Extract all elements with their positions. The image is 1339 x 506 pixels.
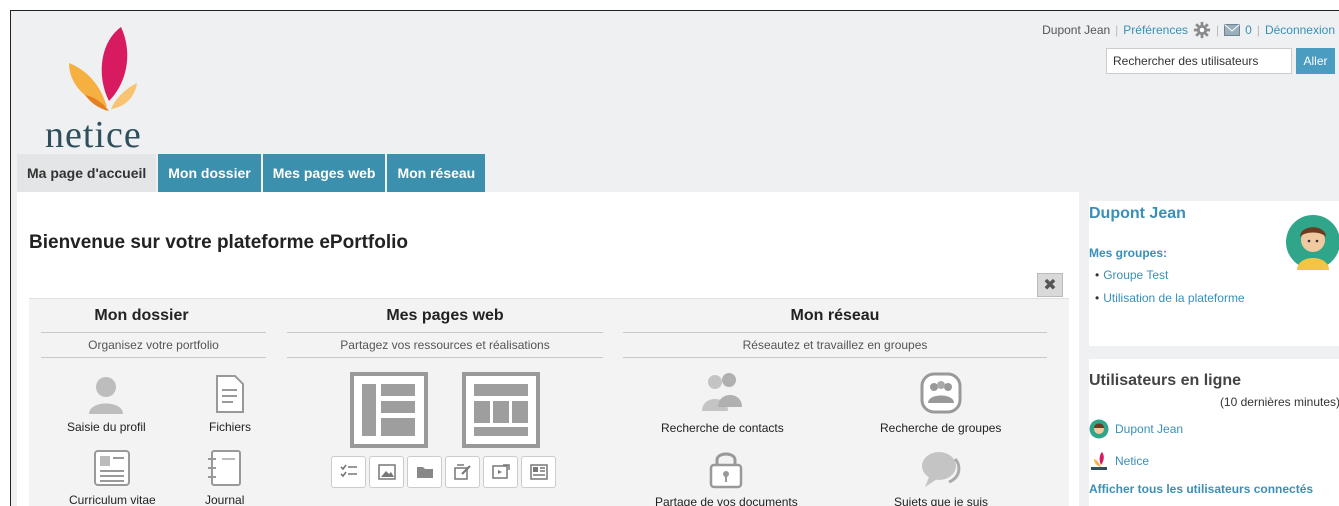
- column-subtitle-folder: Organisez votre portfolio: [41, 332, 266, 358]
- search-input[interactable]: [1106, 48, 1292, 74]
- group-link[interactable]: Utilisation de la plateforme: [1095, 291, 1244, 305]
- online-users-subtitle: (10 dernières minutes): [1219, 395, 1339, 409]
- page-title: Bienvenue sur votre plateforme ePortfoli…: [29, 232, 409, 253]
- page-frame: netice Dupont Jean | Préférences | 0 | D…: [10, 10, 1339, 506]
- groups-label: Mes groupes:: [1089, 246, 1168, 260]
- online-user-name: Netice: [1115, 454, 1150, 468]
- item-label: Sujets que je suis: [894, 495, 989, 506]
- document-sharing-link[interactable]: Partage de vos documents: [655, 449, 798, 506]
- petals-icon: [69, 27, 137, 111]
- cv-link[interactable]: Curriculum vitae: [69, 449, 156, 506]
- group-icon: [920, 372, 962, 414]
- blog-block-icon[interactable]: [445, 456, 480, 488]
- item-label: Recherche de contacts: [661, 421, 784, 435]
- files-link[interactable]: Fichiers: [209, 374, 251, 434]
- folder-block-icon[interactable]: [407, 456, 442, 488]
- id-card-icon: [94, 450, 131, 486]
- followed-topics-link[interactable]: Sujets que je suis: [894, 449, 988, 506]
- tab-web-pages[interactable]: Mes pages web: [262, 154, 386, 192]
- group-list: Groupe Test Utilisation de la plateforme: [1095, 268, 1245, 314]
- image-block-icon[interactable]: [369, 456, 404, 488]
- user-toolbar: Dupont Jean | Préférences | 0 | Déconnex…: [1042, 21, 1335, 39]
- mail-icon[interactable]: [1224, 24, 1241, 36]
- logout-link[interactable]: Déconnexion: [1265, 23, 1335, 37]
- page-layout-icon[interactable]: [349, 371, 429, 449]
- column-subtitle-network: Réseautez et travaillez en groupes: [623, 332, 1047, 358]
- tab-network[interactable]: Mon réseau: [387, 154, 486, 192]
- tab-home[interactable]: Ma page d'accueil: [17, 154, 157, 192]
- gear-icon[interactable]: [1193, 21, 1211, 39]
- item-label: Fichiers: [209, 420, 252, 434]
- profile-block-icon[interactable]: [521, 456, 556, 488]
- profile-entry-link[interactable]: Saisie du profil: [67, 374, 146, 434]
- main-navigation: Ma page d'accueil Mon dossier Mes pages …: [17, 154, 487, 192]
- file-icon: [216, 375, 244, 413]
- profile-box: Dupont Jean Mes groupes: Groupe Test Uti…: [1089, 201, 1339, 346]
- user-icon: [89, 377, 124, 414]
- current-user-name: Dupont Jean: [1042, 23, 1111, 37]
- close-dashboard-button[interactable]: ✖: [1037, 273, 1063, 297]
- online-users-box: Utilisateurs en ligne (10 dernières minu…: [1089, 359, 1339, 506]
- group-link[interactable]: Groupe Test: [1095, 268, 1245, 282]
- tab-my-folder[interactable]: Mon dossier: [158, 154, 261, 192]
- user-search: Aller: [1106, 48, 1335, 74]
- text-block-icon[interactable]: [331, 456, 366, 488]
- block-type-icons: [331, 456, 556, 488]
- message-count[interactable]: 0: [1245, 23, 1252, 37]
- dashboard-panel: Mon dossier Organisez votre portfolio Sa…: [29, 298, 1069, 506]
- collection-layout-icon[interactable]: [461, 371, 541, 449]
- column-title-web-pages: Mes pages web: [386, 307, 504, 324]
- online-user-name: Dupont Jean: [1115, 422, 1184, 436]
- separator: |: [1216, 23, 1220, 37]
- people-icon: [702, 373, 743, 411]
- main-content: Bienvenue sur votre plateforme ePortfoli…: [17, 192, 1079, 506]
- item-label: Saisie du profil: [67, 420, 146, 434]
- item-label: Partage de vos documents: [655, 495, 798, 506]
- profile-name-link[interactable]: Dupont Jean: [1089, 205, 1186, 223]
- journal-link[interactable]: Journal: [205, 449, 244, 506]
- avatar[interactable]: [1285, 214, 1339, 270]
- item-label: Journal: [205, 493, 245, 506]
- item-label: Recherche de groupes: [880, 421, 1002, 435]
- online-user-link[interactable]: Netice: [1089, 451, 1149, 471]
- logo-text: netice: [45, 114, 142, 156]
- media-block-icon[interactable]: [483, 456, 518, 488]
- show-all-users-link[interactable]: Afficher tous les utilisateurs connectés: [1089, 482, 1313, 496]
- netice-logo-icon: [1091, 452, 1107, 470]
- online-users-title: Utilisateurs en ligne: [1089, 372, 1242, 389]
- speech-bubble-icon: [922, 452, 961, 487]
- item-label: Curriculum vitae: [69, 493, 156, 506]
- contacts-search-link[interactable]: Recherche de contacts: [661, 371, 784, 435]
- column-subtitle-web-pages: Partagez vos ressources et réalisations: [287, 332, 603, 358]
- journal-icon: [207, 450, 241, 486]
- lock-icon: [710, 452, 743, 489]
- online-user-link[interactable]: Dupont Jean: [1089, 419, 1183, 439]
- netice-logo[interactable]: netice: [29, 23, 169, 156]
- user-avatar-icon: [1089, 419, 1109, 439]
- separator: |: [1115, 23, 1119, 37]
- groups-search-link[interactable]: Recherche de groupes: [880, 371, 1001, 435]
- preferences-link[interactable]: Préférences: [1123, 23, 1188, 37]
- separator: |: [1256, 23, 1260, 37]
- column-title-folder: Mon dossier: [94, 307, 189, 324]
- search-button[interactable]: Aller: [1296, 48, 1335, 74]
- column-title-network: Mon réseau: [790, 307, 880, 324]
